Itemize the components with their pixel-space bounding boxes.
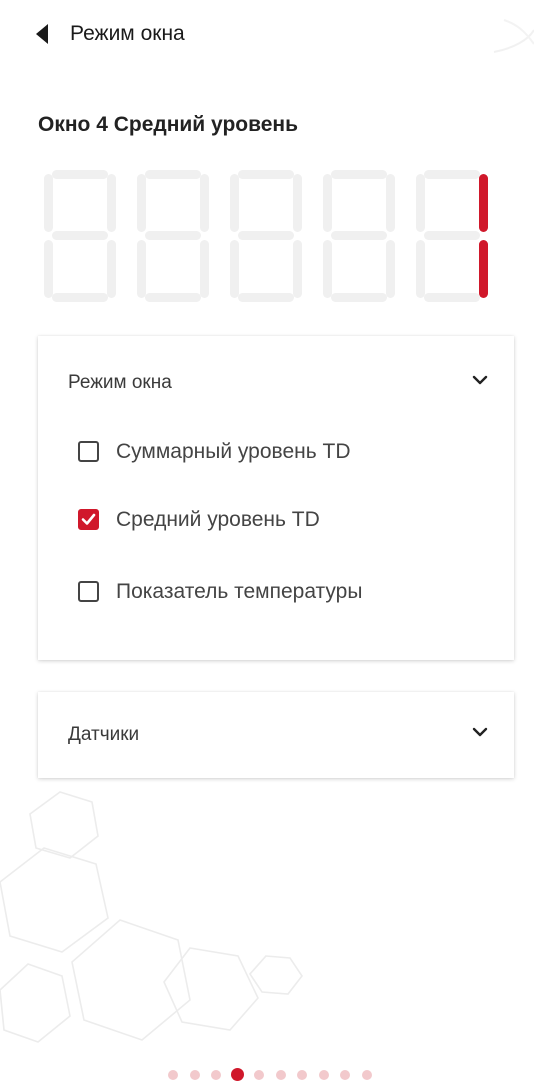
sensors-panel[interactable]: Датчики bbox=[38, 692, 514, 778]
option-label: Показатель температуры bbox=[116, 580, 363, 603]
back-arrow-icon[interactable] bbox=[34, 24, 50, 44]
digit-4-segment-f bbox=[323, 174, 332, 232]
digit-3-segment-b bbox=[293, 174, 302, 232]
digit-5-segment-a bbox=[424, 170, 480, 179]
digit-3-segment-a bbox=[238, 170, 294, 179]
window-mode-panel: Режим окна Суммарный уровень TD Средний … bbox=[38, 336, 514, 660]
digit-5-segment-e bbox=[416, 240, 425, 298]
option-total-level[interactable]: Суммарный уровень TD bbox=[76, 434, 496, 470]
digit-3-segment-d bbox=[238, 293, 294, 302]
digit-5-segment-f bbox=[416, 174, 425, 232]
digit-1-segment-a bbox=[52, 170, 108, 179]
window-mode-header[interactable]: Режим окна bbox=[38, 336, 514, 426]
digit-3-segment-c bbox=[293, 240, 302, 298]
checkbox-total-level[interactable] bbox=[78, 441, 99, 462]
option-label: Средний уровень TD bbox=[116, 508, 320, 531]
digit-2-segment-f bbox=[137, 174, 146, 232]
window-title: Окно 4 Средний уровень bbox=[38, 113, 299, 136]
digit-2-segment-d bbox=[145, 293, 201, 302]
corner-decoration-icon bbox=[493, 19, 534, 53]
page-indicator bbox=[0, 1064, 534, 1084]
chevron-down-icon[interactable] bbox=[472, 726, 488, 738]
page-dot[interactable] bbox=[168, 1070, 178, 1080]
chevron-down-icon[interactable] bbox=[472, 374, 488, 386]
digit-1-segment-d bbox=[52, 293, 108, 302]
digit-4-segment-b bbox=[386, 174, 395, 232]
page-dot[interactable] bbox=[189, 1070, 200, 1080]
digit-4-segment-c bbox=[386, 240, 395, 298]
digit-4-segment-a bbox=[331, 170, 387, 179]
digit-4-segment-e bbox=[323, 240, 332, 298]
digit-3-segment-e bbox=[230, 240, 239, 298]
option-label: Суммарный уровень TD bbox=[116, 440, 351, 463]
checkbox-temperature[interactable] bbox=[78, 581, 99, 602]
level-display bbox=[44, 170, 488, 302]
window-mode-title: Режим окна bbox=[68, 372, 172, 393]
digit-1-segment-b bbox=[107, 174, 116, 232]
digit-1-segment-f bbox=[44, 174, 53, 232]
page-dot[interactable] bbox=[211, 1070, 221, 1080]
digit-2-segment-e bbox=[137, 240, 146, 298]
page-dot[interactable] bbox=[318, 1070, 329, 1080]
digit-5-segment-d bbox=[424, 293, 480, 302]
page-dot[interactable] bbox=[275, 1070, 286, 1080]
digit-4-segment-g bbox=[331, 231, 387, 240]
digit-2-segment-c bbox=[200, 240, 209, 298]
digit-4-segment-d bbox=[331, 293, 387, 302]
digit-1-segment-c bbox=[107, 240, 116, 298]
hexagon-background-decoration bbox=[0, 791, 303, 1043]
digit-1-segment-e bbox=[44, 240, 53, 298]
digit-2-segment-b bbox=[200, 174, 209, 232]
page-dot[interactable] bbox=[297, 1070, 307, 1080]
page-dot-active[interactable] bbox=[231, 1068, 244, 1081]
digit-5-segment-g bbox=[424, 231, 480, 240]
digit-2-segment-a bbox=[145, 170, 201, 179]
option-average-level[interactable]: Средний уровень TD bbox=[76, 502, 496, 538]
digit-1-segment-g bbox=[52, 231, 108, 240]
digit-3-segment-f bbox=[230, 174, 239, 232]
top-bar: Режим окна bbox=[0, 0, 534, 70]
back-title[interactable]: Режим окна bbox=[70, 22, 185, 46]
sensors-title: Датчики bbox=[68, 724, 140, 745]
digit-5-segment-b bbox=[479, 174, 488, 232]
page-dot[interactable] bbox=[361, 1070, 372, 1080]
digit-2-segment-g bbox=[145, 231, 201, 240]
page-dot[interactable] bbox=[340, 1070, 350, 1080]
checkmark-icon bbox=[81, 513, 96, 525]
page-dot[interactable] bbox=[254, 1070, 264, 1080]
digit-5-segment-c bbox=[479, 240, 488, 298]
digit-3-segment-g bbox=[238, 231, 294, 240]
checkbox-average-level[interactable] bbox=[78, 509, 99, 530]
option-temperature[interactable]: Показатель температуры bbox=[76, 574, 496, 610]
